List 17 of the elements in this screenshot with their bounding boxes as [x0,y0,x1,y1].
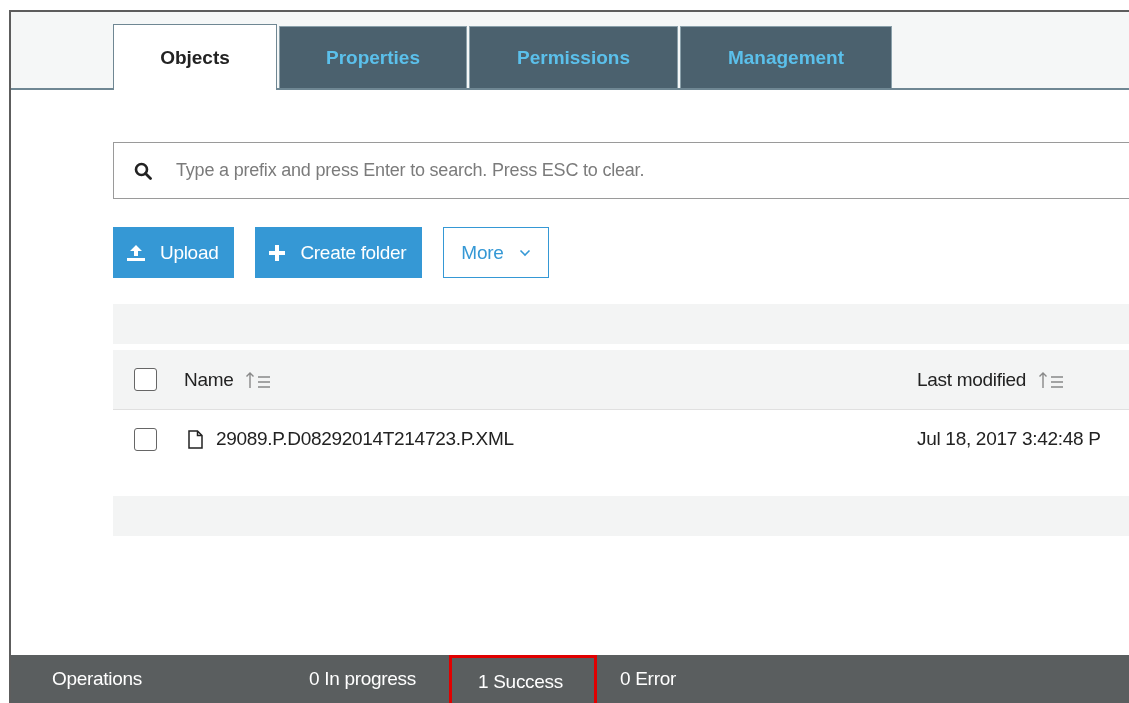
file-icon [188,429,203,449]
highlighted-status-count[interactable]: 1 Success [449,655,597,703]
search-field[interactable]: Type a prefix and press Enter to search. Press ESC to clear. [113,142,1129,199]
tab[interactable]: Objects [113,24,277,90]
column-header[interactable]: Name [184,368,234,391]
status-count[interactable]: 0 Error [620,655,760,703]
search-icon [134,162,152,180]
select-all-checkbox[interactable] [134,368,157,391]
upload-icon [126,243,146,262]
column-header[interactable]: Last modified [917,368,1027,391]
chevron-down-icon [519,248,532,257]
file-name-link[interactable]: 29089.P.D08292014T214723.P.XML [216,428,514,450]
status-title: Operations [52,668,143,690]
plus-icon [268,243,287,262]
row-checkbox[interactable] [134,427,157,451]
table-cell: Jul 18, 2017 3:42:48 P [917,428,1101,449]
status-count[interactable]: 0 In progress [309,655,449,703]
